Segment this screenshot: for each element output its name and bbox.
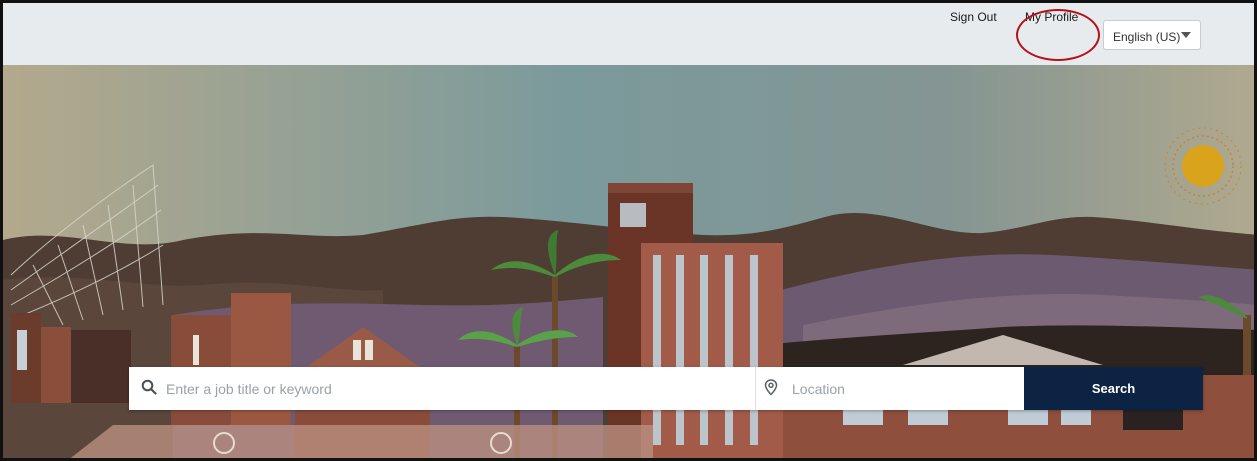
my-profile-link[interactable]: My Profile: [1025, 10, 1078, 24]
location-input-placeholder: Location: [792, 381, 845, 397]
language-selected-value: English (US): [1113, 30, 1181, 44]
job-search-bar: Enter a job title or keyword Location Se…: [129, 367, 1203, 410]
search-button[interactable]: Search: [1024, 367, 1203, 410]
search-icon: [141, 379, 157, 395]
location-pin-icon: [764, 379, 778, 396]
language-selector[interactable]: English (US): [1103, 20, 1201, 50]
keyword-search-field[interactable]: Enter a job title or keyword: [129, 367, 756, 410]
page-frame: Sign Out My Profile English (US) Enter a…: [0, 0, 1257, 461]
sign-out-link[interactable]: Sign Out: [950, 10, 997, 24]
location-search-field[interactable]: Location: [756, 367, 1024, 410]
top-navigation-bar: Sign Out My Profile English (US): [3, 3, 1254, 65]
keyword-input-placeholder: Enter a job title or keyword: [166, 381, 332, 397]
caret-down-icon: [1181, 32, 1191, 38]
